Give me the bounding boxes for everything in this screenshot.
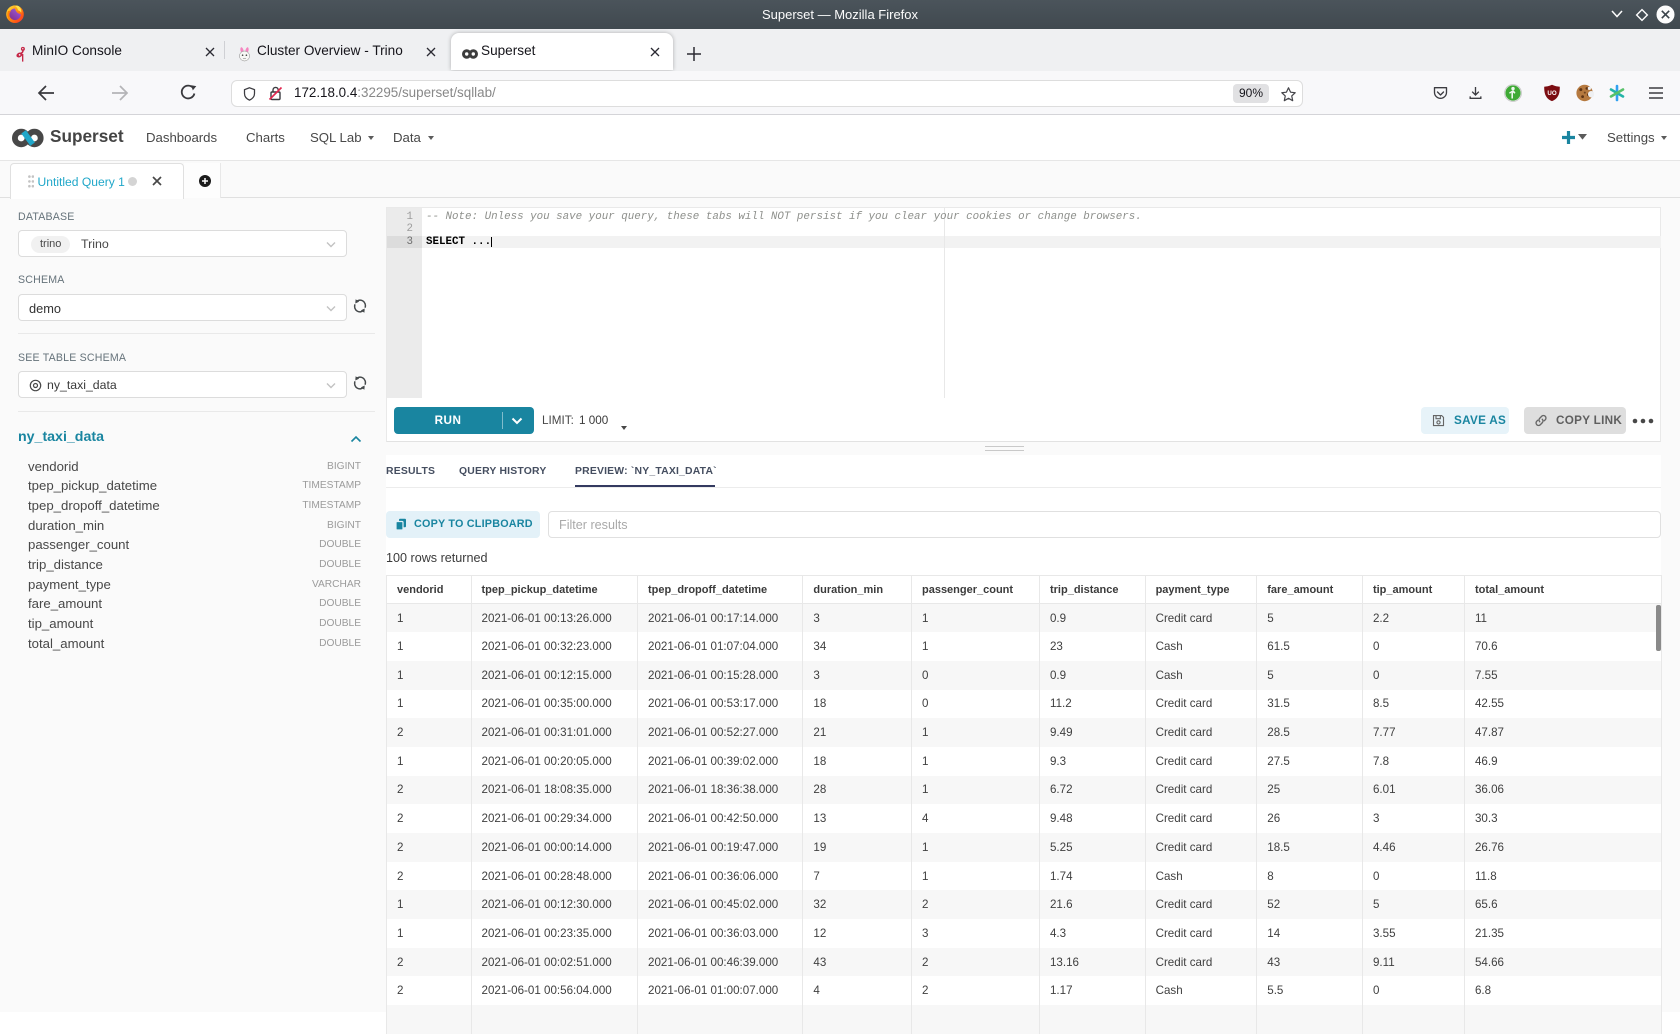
- svg-text:UO: UO: [1547, 90, 1556, 97]
